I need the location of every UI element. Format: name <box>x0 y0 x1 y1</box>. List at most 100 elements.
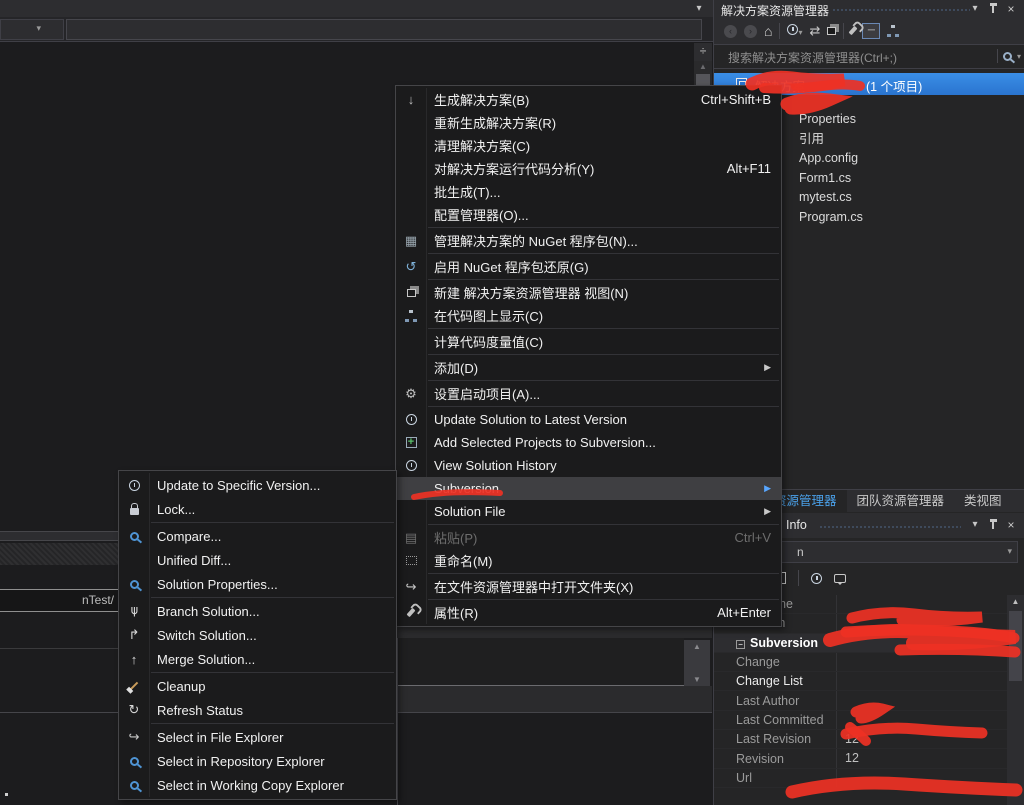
menu-item-build-solution[interactable]: ↓生成解决方案(B)Ctrl+Shift+B <box>396 88 781 111</box>
menu-item-properties[interactable]: 属性(R)Alt+Enter <box>396 601 781 624</box>
home-icon[interactable]: ⌂ <box>764 23 772 39</box>
divider <box>779 23 780 39</box>
comment-icon[interactable] <box>834 574 846 583</box>
pin-icon[interactable] <box>985 517 1001 533</box>
menu-item-merge-solution[interactable]: ↑Merge Solution... <box>119 647 396 671</box>
collapse-all-icon[interactable] <box>827 27 836 35</box>
tab-类视图[interactable]: 类视图 <box>954 490 1012 512</box>
menu-item-unified-diff[interactable]: Unified Diff... <box>119 548 396 572</box>
menu-item-label: Cleanup <box>149 679 205 694</box>
property-row-last-revision[interactable]: Last Revision12 <box>714 730 1008 749</box>
menu-item-compare[interactable]: Compare... <box>119 524 396 548</box>
menu-item-select-in-file-explorer[interactable]: ↪Select in File Explorer <box>119 725 396 749</box>
window-position-caret-icon[interactable]: ▾ <box>967 517 983 533</box>
menu-item-update-solution-latest[interactable]: Update Solution to Latest Version <box>396 408 781 431</box>
solution-explorer-search[interactable]: 搜索解决方案资源管理器(Ctrl+;) ▾ <box>714 45 1024 69</box>
info-panel-toolbar <box>774 566 1024 590</box>
menu-item-add[interactable]: 添加(D)▶ <box>396 356 781 379</box>
menu-item-label: Unified Diff... <box>149 553 231 568</box>
info-panel-title: Info <box>786 518 807 532</box>
property-label: Revision <box>714 752 836 766</box>
search-placeholder: 搜索解决方案资源管理器(Ctrl+;) <box>728 49 897 66</box>
menu-item-paste[interactable]: ▤粘贴(P)Ctrl+V <box>396 526 781 549</box>
close-icon[interactable]: × <box>1003 1 1019 17</box>
property-label: −Subversion <box>714 636 818 650</box>
menu-item-cleanup[interactable]: Cleanup <box>119 674 396 698</box>
nav-dropdown-large[interactable] <box>66 19 702 40</box>
menu-item-set-startup-projects[interactable]: ⚙设置启动项目(A)... <box>396 382 781 405</box>
scroll-up-icon[interactable]: ▲ <box>1007 597 1024 606</box>
preview-selected-icon[interactable]: ─ <box>862 23 880 39</box>
menu-item-label: Subversion <box>426 481 499 496</box>
menu-item-subversion[interactable]: Subversion▶ <box>396 477 781 500</box>
menu-item-calculate-code-metrics[interactable]: 计算代码度量值(C) <box>396 330 781 353</box>
menu-item-rename[interactable]: 重命名(M) <box>396 549 781 572</box>
menu-item-label: View Solution History <box>426 458 557 473</box>
history-icon[interactable] <box>811 573 822 584</box>
property-value <box>836 595 1008 613</box>
property-row-last-author[interactable]: Last Author <box>714 691 1008 710</box>
menu-item-view-solution-history[interactable]: View Solution History <box>396 454 781 477</box>
menu-item-switch-solution[interactable]: ↱Switch Solution... <box>119 623 396 647</box>
new-view-icon <box>396 289 426 297</box>
property-row-change-list[interactable]: Change List <box>714 672 1008 691</box>
menu-item-solution-properties[interactable]: Solution Properties... <box>119 572 396 596</box>
menu-item-enable-nuget-restore[interactable]: ↺启用 NuGet 程序包还原(G) <box>396 255 781 278</box>
property-row-last-committed[interactable]: Last Committed <box>714 711 1008 730</box>
menu-item-label: Merge Solution... <box>149 652 255 667</box>
menu-item-add-projects-to-subversion[interactable]: +Add Selected Projects to Subversion... <box>396 431 781 454</box>
nav-dropdown-small[interactable]: ▾ <box>0 19 64 40</box>
property-row-url[interactable]: Url <box>714 769 1008 788</box>
background-row <box>398 686 712 712</box>
menu-item-label: Update Solution to Latest Version <box>426 412 627 427</box>
code-map-icon[interactable] <box>887 25 899 37</box>
menu-item-label: 在代码图上显示(C) <box>426 306 543 325</box>
property-grid-scrollbar[interactable]: ▲ <box>1007 595 1024 805</box>
window-position-caret-icon[interactable]: ▾ <box>967 1 983 17</box>
menu-item-clean-solution[interactable]: 清理解决方案(C) <box>396 134 781 157</box>
menu-item-new-solution-explorer-view[interactable]: 新建 解决方案资源管理器 视图(N) <box>396 281 781 304</box>
menu-item-open-folder-in-file-explorer[interactable]: ↪在文件资源管理器中打开文件夹(X) <box>396 575 781 598</box>
tab-团队资源管理器[interactable]: 团队资源管理器 <box>847 490 955 512</box>
menu-item-select-in-working-copy-explorer[interactable]: Select in Working Copy Explorer <box>119 773 396 797</box>
menu-item-lock[interactable]: Lock... <box>119 497 396 521</box>
compare-icon <box>119 532 149 541</box>
menu-item-refresh-status[interactable]: ↻Refresh Status <box>119 698 396 722</box>
history-icon <box>396 460 426 471</box>
menu-item-configuration-manager[interactable]: 配置管理器(O)... <box>396 203 781 226</box>
close-icon[interactable]: × <box>1003 517 1019 533</box>
pending-changes-icon[interactable]: ▾ <box>787 24 802 38</box>
properties-wrench-icon[interactable] <box>851 24 855 38</box>
scrollbar-thumb[interactable] <box>1009 611 1022 681</box>
menu-item-update-to-specific-version[interactable]: Update to Specific Version... <box>119 473 396 497</box>
property-value: 12 <box>836 749 1008 767</box>
scroll-up-icon[interactable]: ▲ <box>694 62 712 71</box>
menu-item-label: Update to Specific Version... <box>149 478 320 493</box>
search-icon[interactable] <box>1003 52 1012 61</box>
chevron-down-icon[interactable]: ▾ <box>1017 52 1021 61</box>
back-icon[interactable]: ‹ <box>724 25 737 38</box>
property-row-subversion-category[interactable]: −Subversion <box>714 634 1008 653</box>
splitter-handle-icon[interactable]: ÷ <box>694 43 712 61</box>
paste-icon: ▤ <box>396 530 426 546</box>
menu-item-rebuild-solution[interactable]: 重新生成解决方案(R) <box>396 111 781 134</box>
menu-item-manage-nuget[interactable]: ▦管理解决方案的 NuGet 程序包(N)... <box>396 229 781 252</box>
menu-item-branch-solution[interactable]: ⋔Branch Solution... <box>119 599 396 623</box>
menu-item-batch-build[interactable]: 批生成(T)... <box>396 180 781 203</box>
menu-item-solution-file[interactable]: Solution File▶ <box>396 500 781 523</box>
property-row-change[interactable]: Change <box>714 653 1008 672</box>
menu-item-show-on-code-map[interactable]: 在代码图上显示(C) <box>396 304 781 327</box>
pin-icon[interactable] <box>985 1 1001 17</box>
forward-icon[interactable]: › <box>744 25 757 38</box>
menu-item-label: 属性(R) <box>426 603 478 622</box>
open-folder-icon: ↪ <box>396 579 426 595</box>
property-value <box>836 691 1008 709</box>
chevron-down-icon[interactable]: ▾ <box>691 1 707 16</box>
property-row-revision[interactable]: Revision12 <box>714 749 1008 768</box>
menu-item-run-code-analysis[interactable]: 对解决方案运行代码分析(Y)Alt+F11 <box>396 157 781 180</box>
solution-explorer-title-bar[interactable]: 解决方案资源管理器 ▾ × <box>714 0 1024 18</box>
sync-icon[interactable]: ⇄ <box>809 23 820 39</box>
menu-item-label: Select in File Explorer <box>149 730 283 745</box>
menu-item-select-in-repository-explorer[interactable]: Select in Repository Explorer <box>119 749 396 773</box>
collapse-expander-icon[interactable]: − <box>736 640 745 649</box>
